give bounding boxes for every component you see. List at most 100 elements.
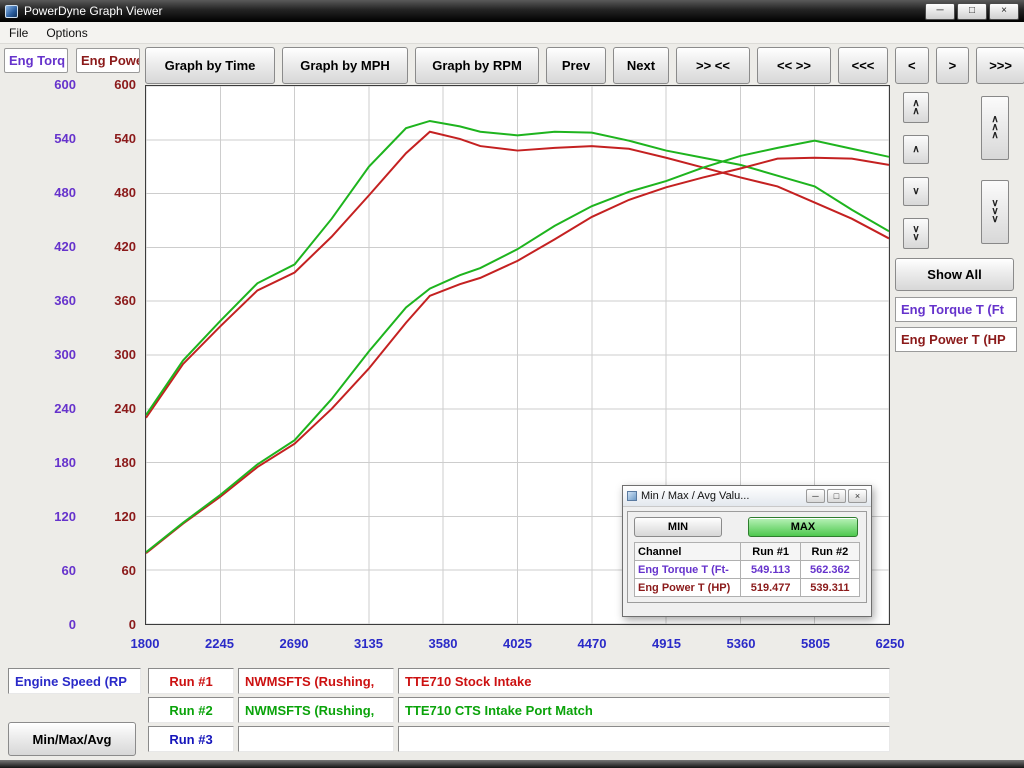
minmax-header-row: ChannelRun #1Run #2 xyxy=(635,543,860,561)
toolbar-button-step-forward[interactable]: > xyxy=(936,47,970,84)
toolbar-button-cursors-out[interactable]: << >> xyxy=(757,47,831,84)
scroll-double-up-button[interactable]: ∧ ∧ xyxy=(903,92,929,123)
y-tick-label: 240 xyxy=(88,401,136,416)
run-file-1[interactable]: NWMSFTS (Rushing, xyxy=(238,668,394,694)
y-tick-label: 60 xyxy=(28,563,76,578)
app-icon xyxy=(5,5,18,18)
legend-power[interactable]: Eng Power T (HP xyxy=(895,327,1017,352)
show-all-button[interactable]: Show All xyxy=(895,258,1014,291)
run-description-2[interactable]: TTE710 CTS Intake Port Match xyxy=(398,697,890,723)
y-tick-label: 480 xyxy=(88,185,136,200)
y-tick-label: 240 xyxy=(28,401,76,416)
minmax-titlebar[interactable]: Min / Max / Avg Valu... ─ □ × xyxy=(623,486,871,507)
maximize-button[interactable]: □ xyxy=(957,3,987,20)
x-tick-label: 1800 xyxy=(120,636,170,651)
toolbar-button-graph-by-rpm[interactable]: Graph by RPM xyxy=(415,47,539,84)
minmax-avg-button[interactable]: Min/Max/Avg xyxy=(8,722,136,756)
chevron-down-icon: ∨ xyxy=(912,188,919,196)
x-tick-label: 4025 xyxy=(493,636,543,651)
y-tick-label: 300 xyxy=(28,347,76,362)
run-description-3[interactable] xyxy=(398,726,890,752)
y-tick-label: 420 xyxy=(28,239,76,254)
x-tick-label: 2690 xyxy=(269,636,319,651)
run-name-3[interactable]: Run #3 xyxy=(148,726,234,752)
x-tick-label: 4470 xyxy=(567,636,617,651)
minmax-run2-value: 539.311 xyxy=(800,579,859,597)
minmax-row-1: Eng Torque T (Ft-549.113562.362 xyxy=(635,561,860,579)
minmax-minimize-button[interactable]: ─ xyxy=(806,489,825,503)
scroll-page-down-button[interactable]: ∨ ∨ ∨ xyxy=(981,180,1009,244)
min-button[interactable]: MIN xyxy=(634,517,722,537)
x-tick-label: 3135 xyxy=(344,636,394,651)
y-tick-label: 60 xyxy=(88,563,136,578)
minmax-window-title: Min / Max / Avg Valu... xyxy=(641,490,749,502)
run-name-1[interactable]: Run #1 xyxy=(148,668,234,694)
run-file-3[interactable] xyxy=(238,726,394,752)
toolbar: Graph by TimeGraph by MPHGraph by RPMPre… xyxy=(145,47,1024,84)
minmax-channel-cell: Eng Torque T (Ft- xyxy=(635,561,741,579)
minimize-button[interactable]: ─ xyxy=(925,3,955,20)
minmax-body: MIN MAX ChannelRun #1Run #2 Eng Torque T… xyxy=(627,511,867,603)
y-tick-label: 540 xyxy=(88,131,136,146)
y-tick-label: 120 xyxy=(88,509,136,524)
toolbar-button-graph-by-mph[interactable]: Graph by MPH xyxy=(282,47,408,84)
toolbar-button-next[interactable]: Next xyxy=(613,47,669,84)
run-file-2[interactable]: NWMSFTS (Rushing, xyxy=(238,697,394,723)
scroll-down-button[interactable]: ∨ xyxy=(903,177,929,206)
legend: Eng Torque T (Ft Eng Power T (HP xyxy=(895,297,1017,357)
scroll-double-down-button[interactable]: ∨ ∨ xyxy=(903,218,929,249)
y-tick-label: 300 xyxy=(88,347,136,362)
menu-bar: FileOptions xyxy=(0,22,1024,44)
axis-tab-power[interactable]: Eng Powe xyxy=(76,48,140,73)
minmax-restore-button[interactable]: □ xyxy=(827,489,846,503)
minmax-channel-cell: Eng Power T (HP) xyxy=(635,579,741,597)
y-tick-label: 360 xyxy=(28,293,76,308)
toolbar-button-prev[interactable]: Prev xyxy=(546,47,606,84)
x-tick-label: 4915 xyxy=(642,636,692,651)
minmax-run2-value: 562.362 xyxy=(800,561,859,579)
scroll-page-up-button[interactable]: ∧ ∧ ∧ xyxy=(981,96,1009,160)
minmax-table-body: Eng Torque T (Ft-549.113562.362Eng Power… xyxy=(635,561,860,597)
max-button[interactable]: MAX xyxy=(748,517,858,537)
x-channel-label: Engine Speed (RP xyxy=(15,674,127,689)
y-tick-label: 480 xyxy=(28,185,76,200)
toolbar-button-graph-by-time[interactable]: Graph by Time xyxy=(145,47,275,84)
minmax-window: Min / Max / Avg Valu... ─ □ × MIN MAX Ch… xyxy=(622,485,872,617)
y-tick-label: 120 xyxy=(28,509,76,524)
x-tick-label: 5805 xyxy=(791,636,841,651)
toolbar-button-step-back[interactable]: < xyxy=(895,47,929,84)
y-axis-power: 060120180240300360420480540600 xyxy=(88,85,136,625)
chevron-down-icon: ∨ xyxy=(991,216,998,224)
run-description-1[interactable]: TTE710 Stock Intake xyxy=(398,668,890,694)
window-title: PowerDyne Graph Viewer xyxy=(24,4,163,18)
scroll-up-button[interactable]: ∧ xyxy=(903,135,929,164)
chevron-up-icon: ∧ xyxy=(912,146,919,154)
menu-item-options[interactable]: Options xyxy=(37,23,96,43)
toolbar-button-cursors-in[interactable]: >> << xyxy=(676,47,750,84)
x-channel-label-box: Engine Speed (RP xyxy=(8,668,141,694)
x-tick-label: 2245 xyxy=(195,636,245,651)
toolbar-button-first[interactable]: <<< xyxy=(838,47,888,84)
y-tick-label: 540 xyxy=(28,131,76,146)
chevron-down-icon: ∨ xyxy=(912,234,919,242)
powerdyne-window: PowerDyne Graph Viewer ─ □ × FileOptions… xyxy=(0,0,1024,768)
axis-tabs: Eng Torq Eng Powe xyxy=(4,48,140,73)
x-tick-label: 3580 xyxy=(418,636,468,651)
close-button[interactable]: × xyxy=(989,3,1019,20)
y-tick-label: 360 xyxy=(88,293,136,308)
minmax-column-header: Channel xyxy=(635,543,741,561)
title-bar[interactable]: PowerDyne Graph Viewer ─ □ × xyxy=(0,0,1024,22)
legend-torque[interactable]: Eng Torque T (Ft xyxy=(895,297,1017,322)
run-name-2[interactable]: Run #2 xyxy=(148,697,234,723)
minmax-close-button[interactable]: × xyxy=(848,489,867,503)
y-tick-label: 0 xyxy=(28,617,76,632)
axis-tab-torque[interactable]: Eng Torq xyxy=(4,48,68,73)
minmax-run1-value: 519.477 xyxy=(741,579,800,597)
menu-item-file[interactable]: File xyxy=(0,23,37,43)
x-tick-label: 6250 xyxy=(865,636,915,651)
minmax-column-header: Run #2 xyxy=(800,543,859,561)
x-tick-label: 5360 xyxy=(716,636,766,651)
minmax-run1-value: 549.113 xyxy=(741,561,800,579)
x-axis-labels: 1800224526903135358040254470491553605805… xyxy=(145,636,890,654)
toolbar-button-last[interactable]: >>> xyxy=(976,47,1024,84)
